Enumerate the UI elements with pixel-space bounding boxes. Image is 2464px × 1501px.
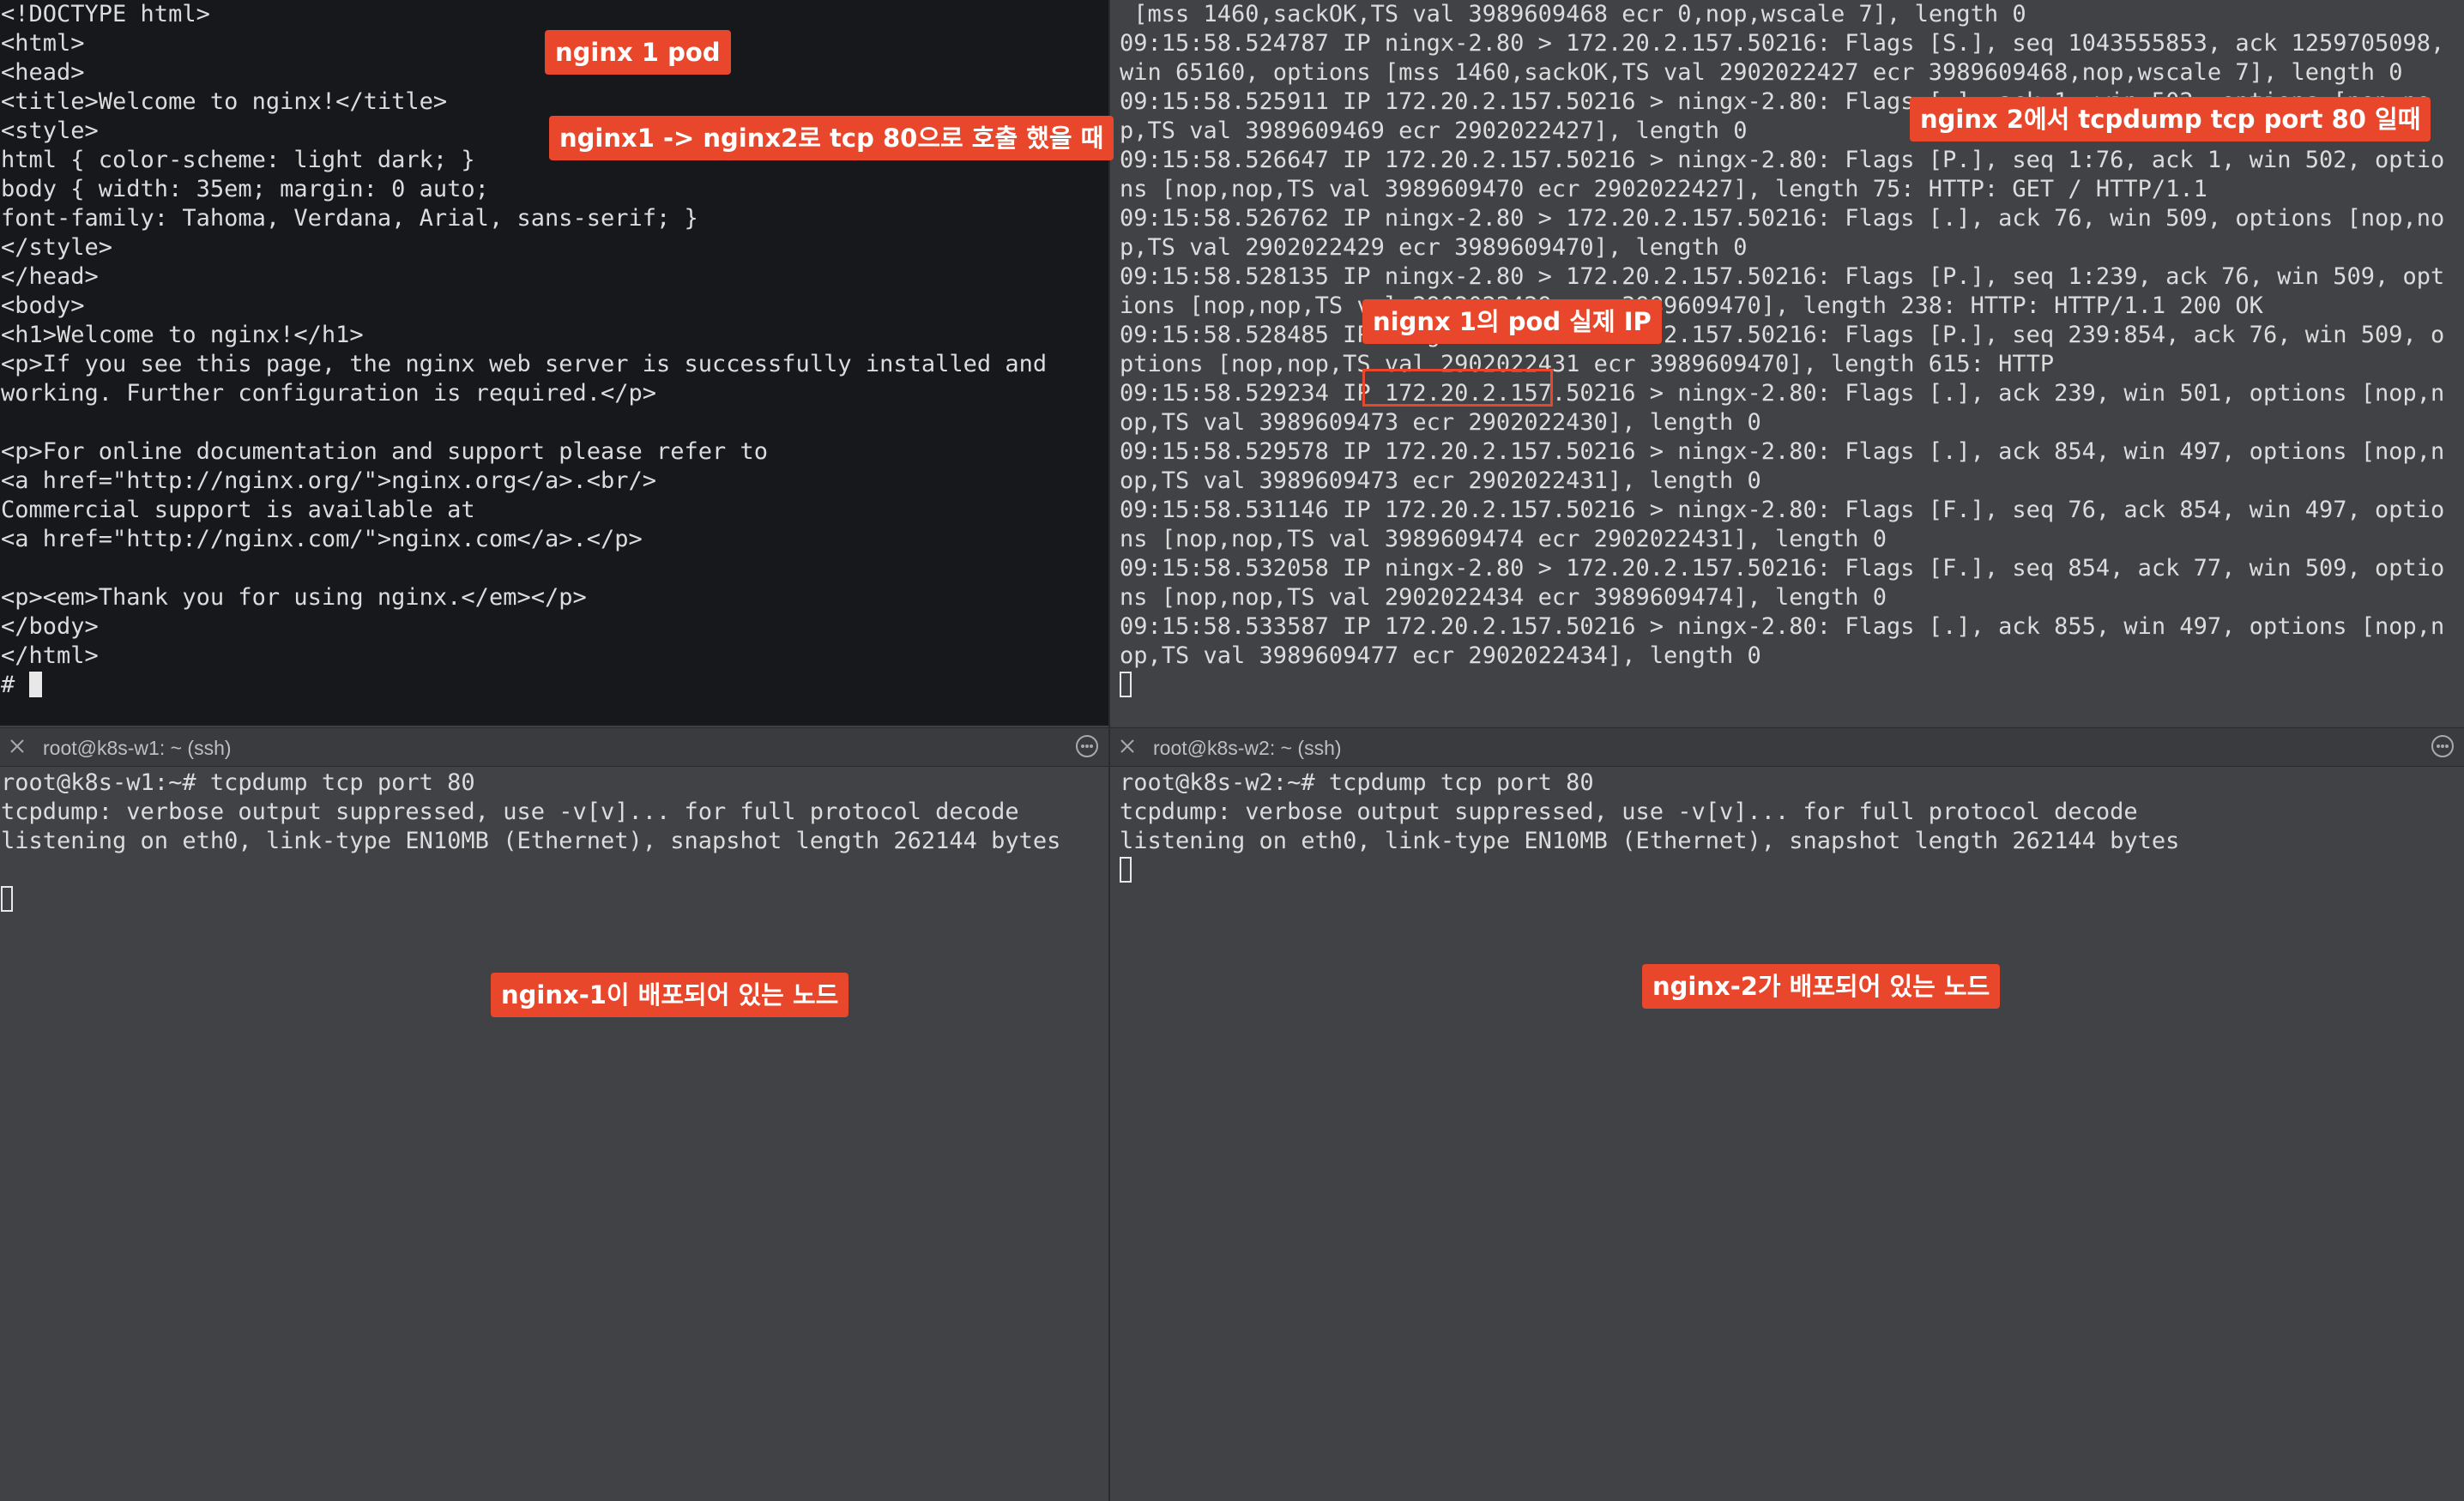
tab-title[interactable]: root@k8s-w2: ~ (ssh)	[1153, 737, 1342, 760]
terminal-prompt-line[interactable]	[1120, 671, 2458, 700]
terminal-line: listening on eth0, link-type EN10MB (Eth…	[1120, 828, 2180, 854]
tab-bar-k8s-w2: root@k8s-w2: ~ (ssh)	[1110, 727, 2464, 767]
cursor	[1120, 857, 1132, 883]
terminal-line: 09:15:58.528485 IP ningx-2.80 > 172.20.2…	[1120, 322, 2445, 377]
terminal-line: </body>	[1, 613, 99, 640]
terminal-line: tcpdump: verbose output suppressed, use …	[1120, 799, 2138, 825]
callout-node1-description: nginx-1이 배포되어 있는 노드	[491, 973, 849, 1017]
callout-tcpdump-description: nginx 2에서 tcpdump tcp port 80 일때	[1910, 97, 2431, 142]
terminal-line: </head>	[1, 263, 99, 290]
terminal-output: root@k8s-w1:~# tcpdump tcp port 80 tcpdum…	[0, 769, 1108, 914]
terminal-line: working. Further configuration is requir…	[1, 380, 657, 407]
callout-call-description: nginx1 -> nginx2로 tcp 80으로 호출 했을 때	[549, 116, 1114, 160]
callout-node2-description: nginx-2가 배포되어 있는 노드	[1642, 964, 2001, 1009]
cursor	[28, 672, 42, 697]
k8s-w1-terminal[interactable]: root@k8s-w1:~# tcpdump tcp port 80 tcpdum…	[0, 767, 1108, 1501]
terminal-line: </html>	[1, 642, 99, 669]
terminal-line: <a href="http://nginx.com/">nginx.com</a…	[1, 526, 643, 552]
terminal-line: tcpdump: verbose output suppressed, use …	[1, 799, 1019, 825]
terminal-line: <a href="http://nginx.org/">nginx.org</a…	[1, 467, 657, 494]
terminal-line: <p>If you see this page, the nginx web s…	[1, 351, 1048, 377]
terminal-line: <p>For online documentation and support …	[1, 438, 769, 465]
callout-pod-ip-description: nignx 1의 pod 실제 IP	[1362, 299, 1662, 344]
terminal-line: <title>Welcome to nginx!</title>	[1, 88, 448, 115]
terminal-output: <!DOCTYPE html> <html> <head> <title>Welcom…	[0, 0, 1108, 700]
nginx1-pod-terminal[interactable]: <!DOCTYPE html> <html> <head> <title>Welcom…	[0, 0, 1108, 726]
terminal-line: 09:15:58.532058 IP ningx-2.80 > 172.20.2…	[1120, 555, 2445, 611]
terminal-line: 09:15:58.531146 IP 172.20.2.157.50216 > …	[1120, 497, 2445, 552]
callout-nginx1-pod: nginx 1 pod	[545, 30, 731, 75]
terminal-line: <h1>Welcome to nginx!</h1>	[1, 322, 364, 348]
terminal-line: 09:15:58.529234 IP 172.20.2.157.50216 > …	[1120, 380, 2445, 436]
terminal-line: body { width: 35em; margin: 0 auto;	[1, 176, 489, 202]
terminal-line: 09:15:58.526762 IP ningx-2.80 > 172.20.2…	[1120, 205, 2445, 261]
terminal-line: listening on eth0, link-type EN10MB (Eth…	[1, 828, 1061, 854]
terminal-line: </style>	[1, 234, 113, 261]
terminal-line: 09:15:58.528135 IP ningx-2.80 > 172.20.2…	[1120, 263, 2445, 319]
terminal-line: <p><em>Thank you for using nginx.</em></…	[1, 584, 587, 611]
terminal-output: root@k8s-w2:~# tcpdump tcp port 80 tcpdum…	[1119, 769, 2464, 885]
more-options-icon[interactable]	[1076, 735, 1098, 757]
terminal-line: <!DOCTYPE html>	[1, 1, 210, 27]
terminal-line: 09:15:58.526647 IP 172.20.2.157.50216 > …	[1120, 147, 2445, 202]
terminal-line: 09:15:58.529578 IP 172.20.2.157.50216 > …	[1120, 438, 2445, 494]
terminal-prompt-line[interactable]	[1120, 856, 2464, 885]
terminal-line: font-family: Tahoma, Verdana, Arial, san…	[1, 205, 698, 232]
tab-bar-k8s-w1: root@k8s-w1: ~ (ssh)	[0, 727, 1108, 767]
terminal-prompt-line[interactable]	[1, 885, 1108, 914]
pod-ip-highlight	[1362, 369, 1553, 407]
tab-title[interactable]: root@k8s-w1: ~ (ssh)	[43, 737, 232, 760]
terminal-prompt-line[interactable]: #	[1, 671, 1108, 700]
k8s-w2-terminal[interactable]: root@k8s-w2:~# tcpdump tcp port 80 tcpdum…	[1110, 767, 2464, 1501]
terminal-line: Commercial support is available at	[1, 497, 475, 523]
terminal-line: root@k8s-w1:~# tcpdump tcp port 80	[1, 769, 475, 796]
terminal-line: root@k8s-w2:~# tcpdump tcp port 80	[1120, 769, 1594, 796]
shell-prompt: #	[1, 672, 29, 698]
close-icon[interactable]	[7, 736, 27, 757]
close-icon[interactable]	[1117, 736, 1138, 757]
terminal-line: <body>	[1, 292, 85, 319]
cursor	[1, 886, 13, 912]
terminal-line: 09:15:58.533587 IP 172.20.2.157.50216 > …	[1120, 613, 2445, 669]
more-options-icon[interactable]	[2431, 735, 2454, 757]
terminal-line: [mss 1460,sackOK,TS val 3989609468 ecr 0…	[1120, 1, 2026, 27]
cursor	[1120, 672, 1132, 697]
terminal-line: 09:15:58.524787 IP ningx-2.80 > 172.20.2…	[1120, 30, 2459, 86]
pane-divider[interactable]	[1108, 0, 1110, 1501]
